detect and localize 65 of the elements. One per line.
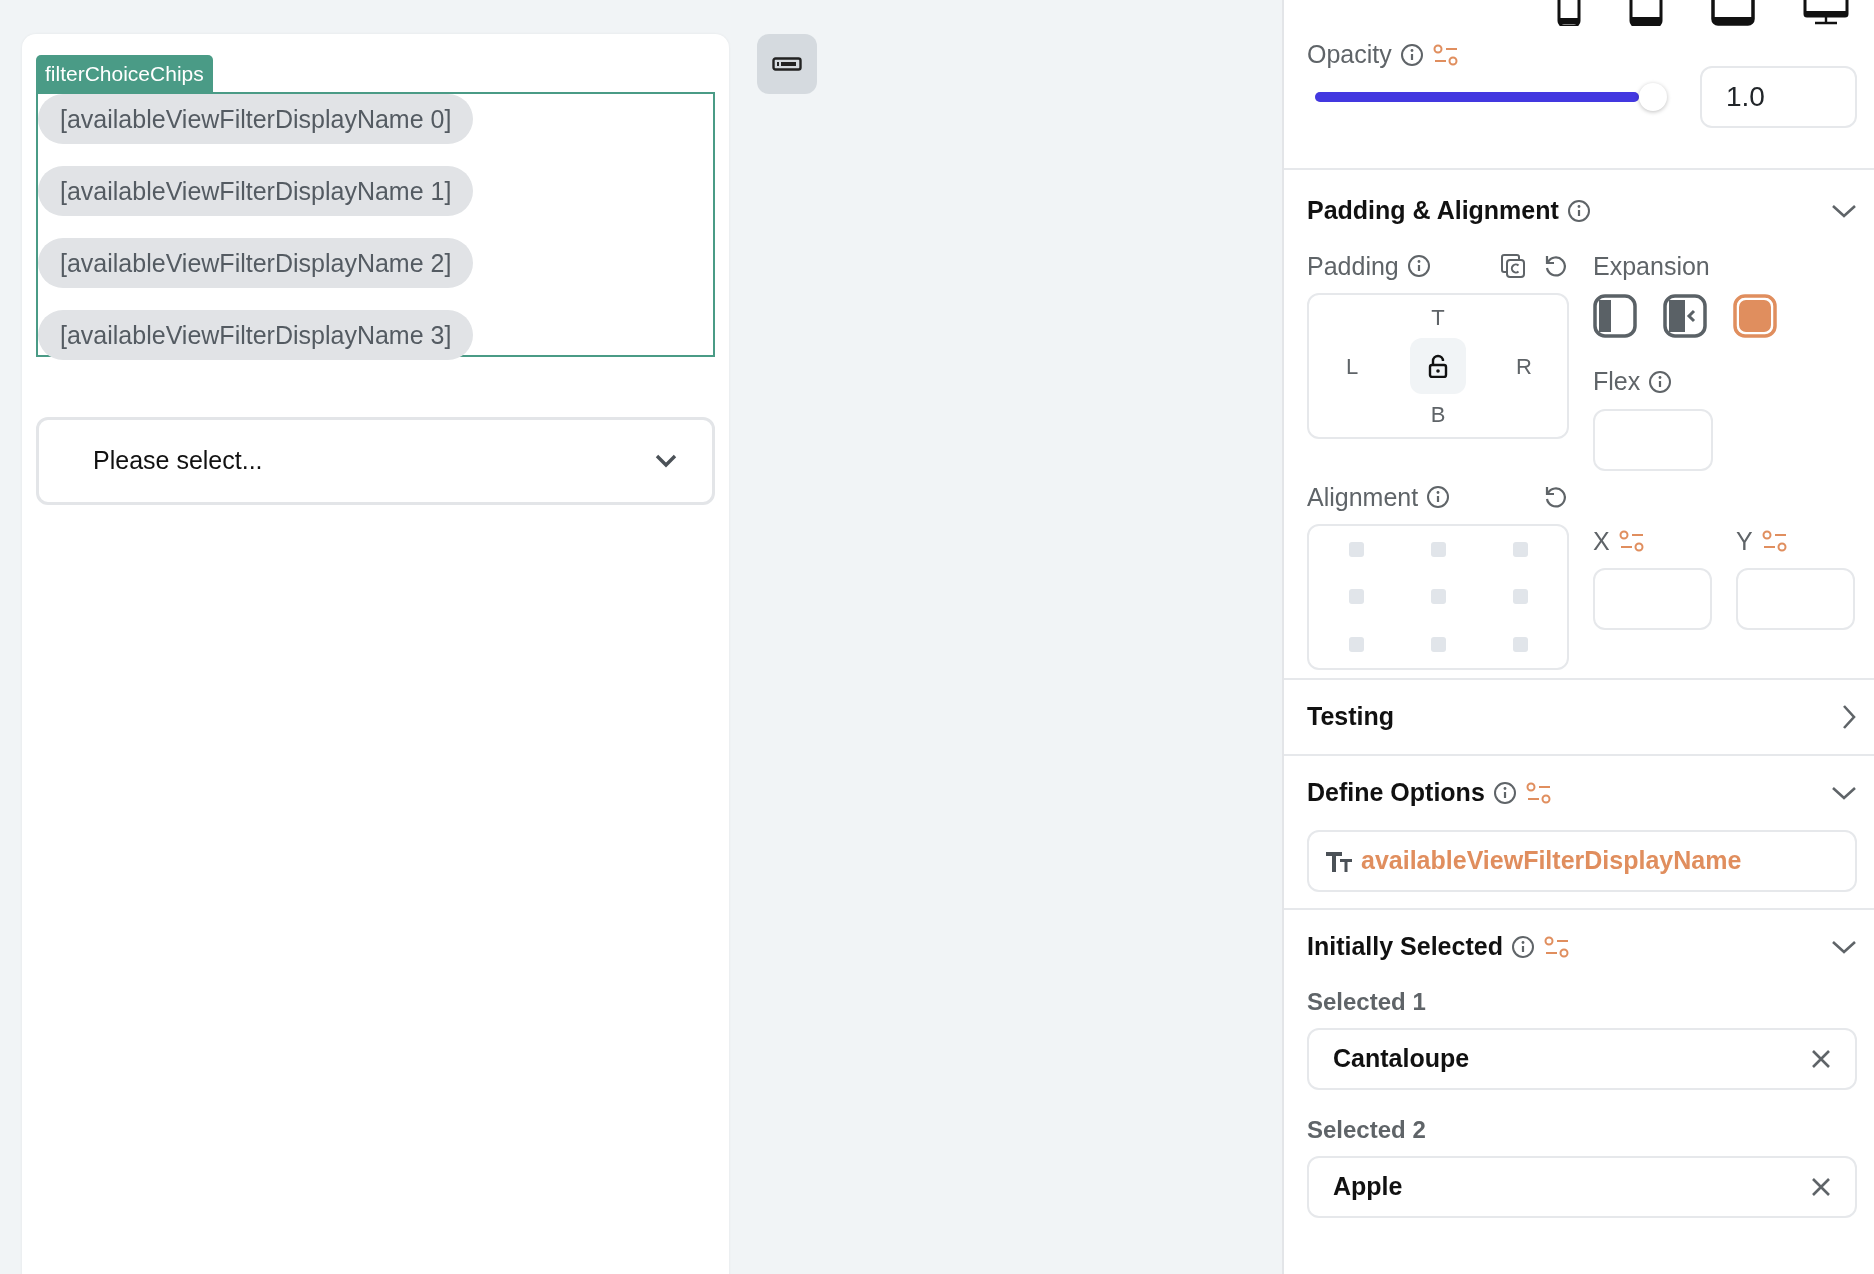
- input-field-icon: [772, 57, 802, 71]
- padding-side-label[interactable]: B: [1430, 398, 1446, 431]
- section-title: Padding & Alignment: [1307, 194, 1559, 226]
- widget-name-tag: filterChoiceChips: [36, 55, 213, 92]
- variable-icon[interactable]: [1542, 935, 1571, 959]
- coordinate-input[interactable]: [1593, 568, 1712, 630]
- opacity-input[interactable]: 1.0: [1700, 65, 1857, 128]
- field-label: Expansion: [1593, 250, 1711, 282]
- section-title: Testing: [1307, 701, 1395, 733]
- close-icon[interactable]: [1811, 1049, 1831, 1069]
- info-icon[interactable]: [1406, 254, 1431, 279]
- selected-value-field[interactable]: Cantaloupe: [1307, 1028, 1857, 1090]
- padding-side-label[interactable]: R: [1516, 349, 1532, 383]
- info-icon[interactable]: [1492, 781, 1517, 805]
- choice-chip[interactable]: [availableViewFilterDisplayName 2]: [38, 238, 474, 288]
- field-label: Opacity: [1307, 39, 1392, 70]
- field-label: Padding: [1307, 250, 1399, 282]
- variable-icon[interactable]: [1617, 529, 1646, 554]
- variable-icon[interactable]: [1524, 781, 1553, 805]
- coordinate-input[interactable]: [1736, 568, 1855, 630]
- chevron-right-icon[interactable]: [1841, 704, 1857, 730]
- close-icon[interactable]: [1811, 1177, 1831, 1197]
- chevron-down-icon[interactable]: [1831, 202, 1857, 219]
- field-label: X: [1593, 525, 1610, 557]
- section-title: Define Options: [1307, 777, 1485, 809]
- lock-button[interactable]: [1410, 338, 1466, 394]
- choice-chip[interactable]: [availableViewFilterDisplayName 3]: [38, 310, 474, 360]
- selected-value-field[interactable]: Apple: [1307, 1156, 1857, 1218]
- info-icon[interactable]: [1510, 935, 1535, 959]
- info-icon[interactable]: [1648, 369, 1673, 394]
- padlock-icon: [1428, 354, 1448, 378]
- copy-icon[interactable]: [1499, 252, 1527, 281]
- tablet-icon[interactable]: [1711, 0, 1755, 26]
- reset-icon[interactable]: [1543, 484, 1569, 511]
- field-label: Selected 1: [1307, 987, 1427, 1017]
- chevron-down-icon[interactable]: [1831, 939, 1857, 955]
- info-icon[interactable]: [1426, 485, 1451, 510]
- padding-side-label[interactable]: L: [1345, 349, 1359, 383]
- text-type-icon: [1325, 850, 1353, 872]
- flex-input[interactable]: [1593, 408, 1713, 471]
- toolbar-button[interactable]: [757, 34, 817, 94]
- info-icon[interactable]: [1566, 198, 1591, 223]
- expansion-option[interactable]: [1733, 293, 1779, 339]
- phone-icon[interactable]: [1557, 0, 1581, 26]
- field-label: Selected 2: [1307, 1115, 1427, 1145]
- chevron-down-icon[interactable]: [1831, 785, 1857, 801]
- choice-chip[interactable]: [availableViewFilterDisplayName 1]: [38, 166, 474, 216]
- choice-chip[interactable]: [availableViewFilterDisplayName 0]: [38, 94, 474, 144]
- slider-thumb[interactable]: [1639, 82, 1667, 111]
- chevron-down-icon: [654, 453, 678, 469]
- info-icon[interactable]: [1399, 42, 1424, 67]
- tablet-icon[interactable]: [1629, 0, 1663, 26]
- field-label: Y: [1736, 525, 1753, 557]
- opacity-slider[interactable]: [1315, 82, 1667, 111]
- monitor-icon[interactable]: [1803, 0, 1849, 26]
- expansion-option[interactable]: [1663, 293, 1709, 339]
- variable-icon[interactable]: [1431, 42, 1460, 67]
- padding-side-label[interactable]: T: [1431, 301, 1445, 334]
- expansion-option[interactable]: [1593, 293, 1639, 339]
- reset-icon[interactable]: [1543, 253, 1569, 280]
- field-label: Alignment: [1307, 481, 1419, 513]
- field-label: Flex: [1593, 366, 1641, 397]
- variable-icon[interactable]: [1760, 529, 1789, 554]
- dropdown-field[interactable]: Please select...: [36, 417, 715, 505]
- section-title: Initially Selected: [1307, 931, 1503, 963]
